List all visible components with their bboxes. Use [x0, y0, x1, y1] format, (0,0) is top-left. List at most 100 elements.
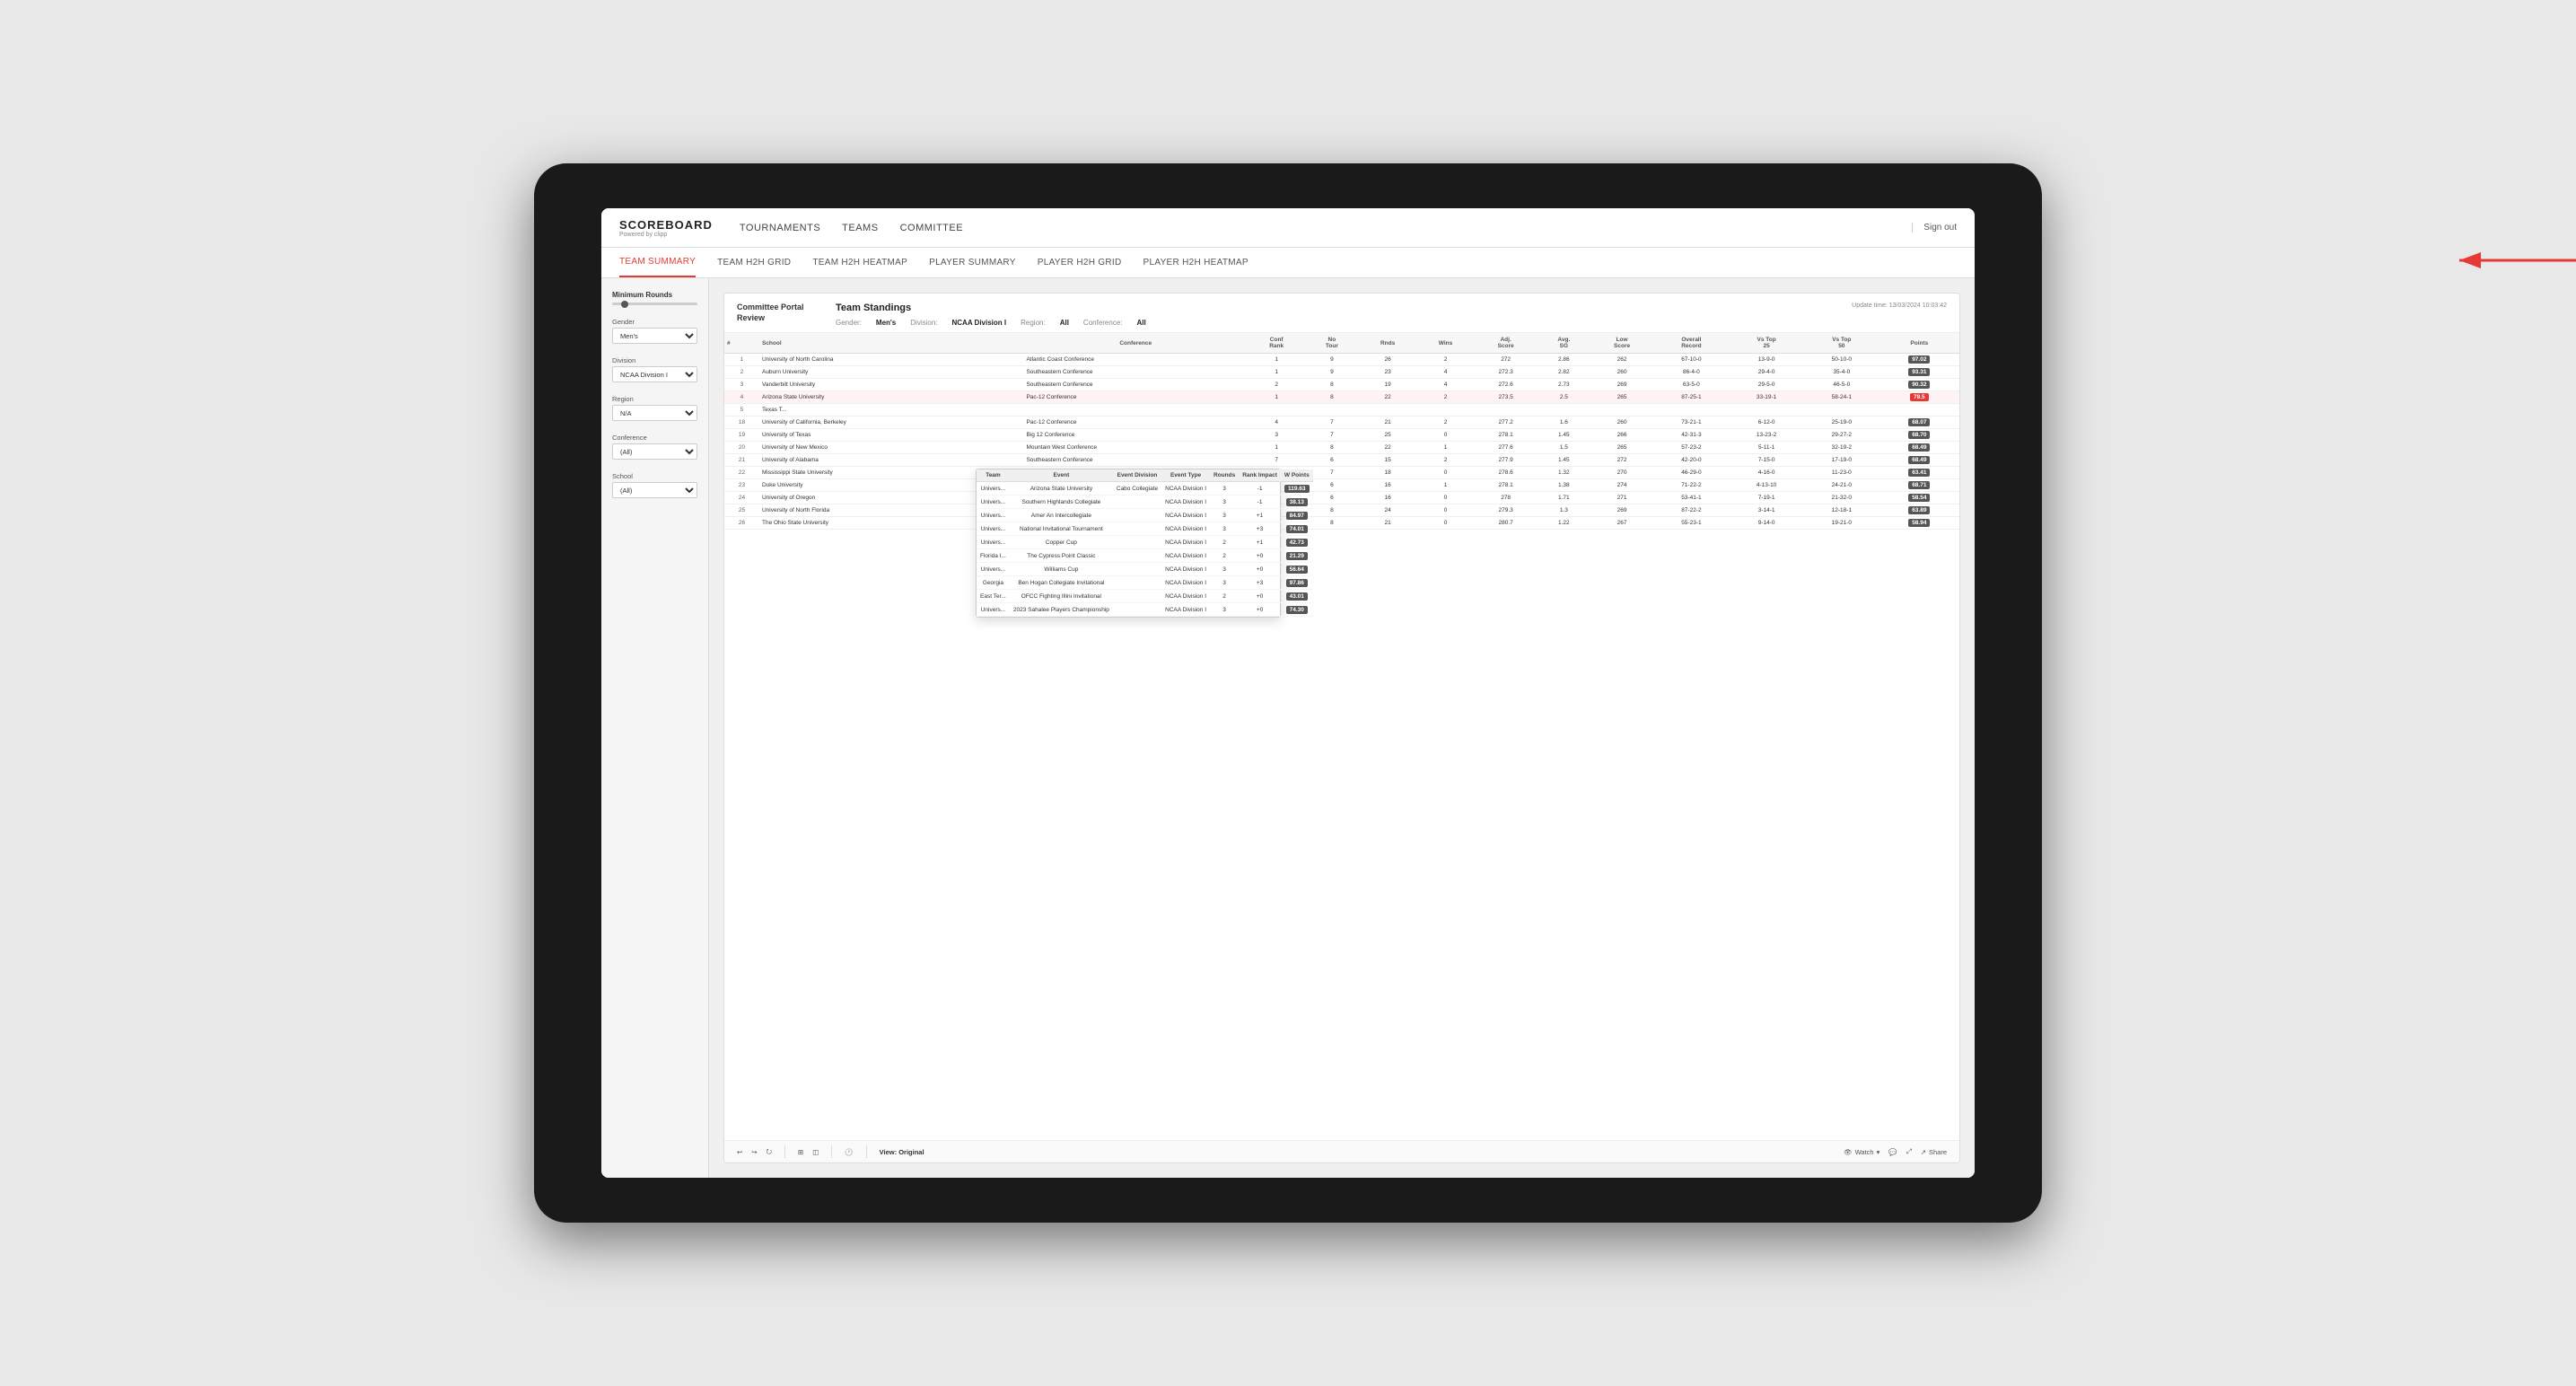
- nav-tournaments[interactable]: TOURNAMENTS: [740, 219, 820, 237]
- th-school: School: [759, 333, 1023, 354]
- sep2: [831, 1145, 832, 1158]
- table-cell: [1023, 404, 1247, 417]
- popup-cell: National Invitational Tournament: [1010, 522, 1113, 536]
- table-cell: Southeastern Conference: [1023, 454, 1247, 467]
- tab-player-h2h-heatmap[interactable]: PLAYER H2H HEATMAP: [1143, 248, 1249, 277]
- sidebar-region: Region N/A: [612, 395, 697, 421]
- nav-teams[interactable]: TEAMS: [842, 219, 878, 237]
- table-container[interactable]: # School Conference ConfRank NoTour Rnds…: [724, 333, 1959, 1140]
- table-cell: 277.9: [1474, 454, 1538, 467]
- table-cell: 2: [1417, 354, 1474, 366]
- sidebar-gender: Gender Men's: [612, 318, 697, 344]
- table-cell: 97.02: [1879, 354, 1959, 366]
- table-cell: 7: [1305, 467, 1358, 479]
- table-cell: 21: [724, 454, 759, 467]
- th-low-score: LowScore: [1590, 333, 1654, 354]
- popup-cell: NCAA Division I: [1161, 482, 1210, 496]
- share-btn[interactable]: ↗ Share: [1921, 1148, 1947, 1156]
- th-rnds: Rnds: [1358, 333, 1417, 354]
- popup-cell: +0: [1239, 563, 1281, 576]
- filter-conference-label: Conference:: [1083, 319, 1123, 327]
- popup-cell: [1113, 536, 1161, 549]
- tab-team-summary[interactable]: TEAM SUMMARY: [619, 248, 696, 277]
- table-row: 24University of OregonPac-12 Conference5…: [724, 492, 1959, 504]
- update-time: Update time: 13/03/2024 10:03:42: [1852, 303, 1947, 327]
- table-cell: 22: [1358, 442, 1417, 454]
- table-cell: 279.3: [1474, 504, 1538, 517]
- paste-btn[interactable]: ◫: [812, 1148, 819, 1156]
- division-select[interactable]: NCAA Division I: [612, 366, 697, 382]
- filter-region-value: All: [1060, 319, 1069, 327]
- table-cell: 26: [1358, 354, 1417, 366]
- table-cell: 20: [724, 442, 759, 454]
- popup-cell: 3: [1210, 563, 1239, 576]
- popup-cell: 97.86: [1281, 576, 1313, 590]
- sign-out[interactable]: Sign out: [1912, 223, 1957, 232]
- reset-btn[interactable]: ⭮: [767, 1146, 772, 1158]
- th-points: Points: [1879, 333, 1959, 354]
- popup-cell: [1113, 590, 1161, 603]
- region-select[interactable]: N/A: [612, 405, 697, 421]
- popup-cell: Univers...: [977, 536, 1010, 549]
- popup-th-type: Event Type: [1161, 469, 1210, 482]
- table-cell: Atlantic Coast Conference: [1023, 354, 1247, 366]
- tab-player-summary[interactable]: PLAYER SUMMARY: [929, 248, 1016, 277]
- table-cell: 1: [1248, 366, 1306, 379]
- table-cell: 1.45: [1538, 454, 1590, 467]
- undo-btn[interactable]: ↩: [737, 1148, 742, 1156]
- table-cell: 272: [1474, 354, 1538, 366]
- popup-cell: 3: [1210, 576, 1239, 590]
- popup-cell: NCAA Division I: [1161, 563, 1210, 576]
- popup-th-event: Event: [1010, 469, 1113, 482]
- table-row: 21University of AlabamaSoutheastern Conf…: [724, 454, 1959, 467]
- table-cell: 25-19-0: [1804, 417, 1879, 429]
- copy-btn[interactable]: ⊞: [798, 1148, 803, 1156]
- main-content: Minimum Rounds Gender Men's Division: [601, 278, 1975, 1178]
- table-cell: 21-32-0: [1804, 492, 1879, 504]
- popup-cell: 119.63: [1281, 482, 1313, 496]
- nav-committee[interactable]: COMMITTEE: [900, 219, 964, 237]
- popup-row: Florida I...The Cypress Point ClassicNCA…: [977, 549, 1313, 563]
- table-cell: 12-18-1: [1804, 504, 1879, 517]
- table-cell: 0: [1417, 492, 1474, 504]
- table-cell: 4-13-10: [1729, 479, 1804, 492]
- table-cell: University of Texas: [759, 429, 1023, 442]
- table-cell: 280.7: [1474, 517, 1538, 530]
- popup-row: East Ter...OFCC Fighting Illini Invitati…: [977, 590, 1313, 603]
- popup-header-row: Team Event Event Division Event Type Rou…: [977, 469, 1313, 482]
- table-cell: 269: [1590, 504, 1654, 517]
- nav-items: TOURNAMENTS TEAMS COMMITTEE: [740, 219, 1912, 237]
- comment-btn[interactable]: 💬: [1888, 1148, 1897, 1156]
- gender-select[interactable]: Men's: [612, 328, 697, 344]
- table-cell: 22: [1358, 391, 1417, 404]
- logo-area: SCOREBOARD Powered by clipp: [619, 218, 713, 238]
- conference-select[interactable]: (All): [612, 443, 697, 460]
- table-cell: Arizona State University: [759, 391, 1023, 404]
- table-row: 25University of North FloridaASUN Confer…: [724, 504, 1959, 517]
- tab-team-h2h-heatmap[interactable]: TEAM H2H HEATMAP: [812, 248, 907, 277]
- tab-player-h2h-grid[interactable]: PLAYER H2H GRID: [1038, 248, 1122, 277]
- popup-cell: Williams Cup: [1010, 563, 1113, 576]
- table-cell: University of California, Berkeley: [759, 417, 1023, 429]
- watch-btn[interactable]: 👁 Watch ▾: [1844, 1148, 1879, 1156]
- sidebar-division: Division NCAA Division I: [612, 356, 697, 382]
- expand-btn[interactable]: ⤢: [1906, 1147, 1912, 1156]
- popup-cell: NCAA Division I: [1161, 496, 1210, 509]
- tab-team-h2h-grid[interactable]: TEAM H2H GRID: [717, 248, 791, 277]
- redo-btn[interactable]: ↪: [751, 1148, 757, 1156]
- table-cell: 3: [724, 379, 759, 391]
- table-cell: 8: [1305, 442, 1358, 454]
- clock-btn[interactable]: 🕐: [845, 1148, 853, 1156]
- table-cell: 3: [1248, 429, 1306, 442]
- popup-cell: NCAA Division I: [1161, 603, 1210, 617]
- filter-gender-label: Gender:: [836, 319, 862, 327]
- table-cell: Pac-12 Conference: [1023, 391, 1247, 404]
- rounds-slider[interactable]: [612, 303, 697, 305]
- school-select[interactable]: (All): [612, 482, 697, 498]
- view-btn[interactable]: View: Original: [880, 1148, 924, 1156]
- table-cell: 2.5: [1538, 391, 1590, 404]
- popup-cell: [1113, 563, 1161, 576]
- table-cell: 4: [1417, 379, 1474, 391]
- tablet-screen: SCOREBOARD Powered by clipp TOURNAMENTS …: [601, 208, 1975, 1178]
- table-cell: 22: [724, 467, 759, 479]
